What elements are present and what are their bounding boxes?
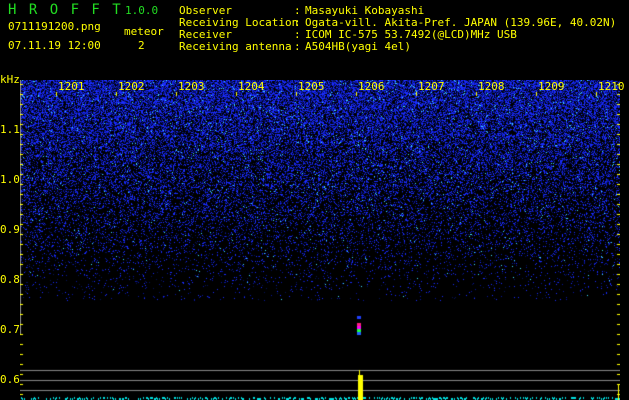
spectrogram	[20, 80, 620, 400]
meteor-label: meteor	[124, 25, 164, 38]
y-unit: kHz	[0, 73, 20, 86]
x-tick-label: 1202	[118, 80, 145, 93]
x-tick-label: 1201	[58, 80, 85, 93]
y-tick-label: 0.6	[0, 373, 20, 386]
y-tick-label: 0.7	[0, 323, 20, 336]
app-title: H R O F F T	[8, 2, 123, 18]
x-tick-label: 1207	[418, 80, 445, 93]
file-name: 0711191200.png	[8, 20, 101, 33]
info-label: Receiving antenna	[179, 40, 292, 53]
x-tick-label: 1203	[178, 80, 205, 93]
y-tick-label: 1.0	[0, 173, 20, 186]
x-tick-label: 1206	[358, 80, 385, 93]
info-colon: :	[294, 40, 301, 53]
x-tick-label: 1205	[298, 80, 325, 93]
info-value: A504HB(yagi 4el)	[305, 40, 411, 53]
meteor-count: 2	[138, 39, 145, 52]
x-tick-label: 1208	[478, 80, 505, 93]
x-tick-label: 1204	[238, 80, 265, 93]
app-version: 1.0.0	[125, 4, 159, 17]
file-datetime: 07.11.19 12:00	[8, 39, 101, 52]
y-tick-label: 0.9	[0, 223, 20, 236]
y-tick-label: 1.1	[0, 123, 20, 136]
x-tick-label: 1210	[598, 80, 625, 93]
x-tick-label: 1209	[538, 80, 565, 93]
y-tick-label: 0.8	[0, 273, 20, 286]
